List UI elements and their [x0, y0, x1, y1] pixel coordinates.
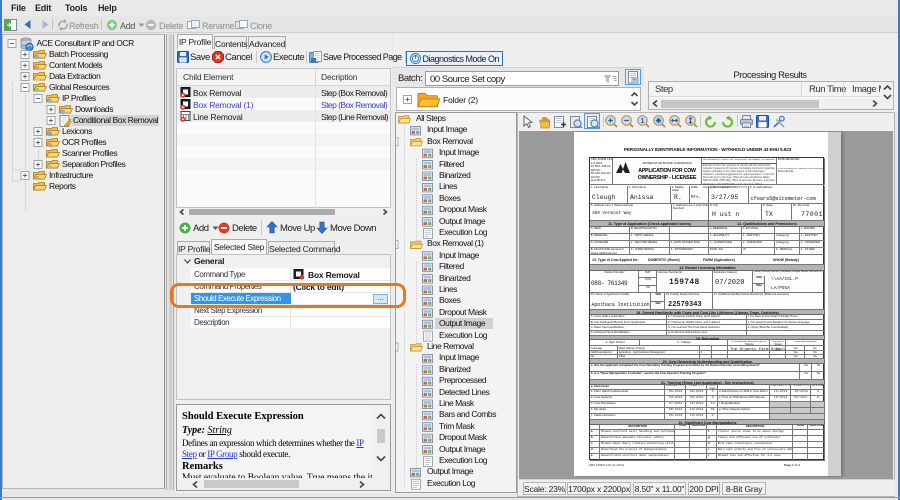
svg-text:1: 1	[640, 118, 644, 125]
